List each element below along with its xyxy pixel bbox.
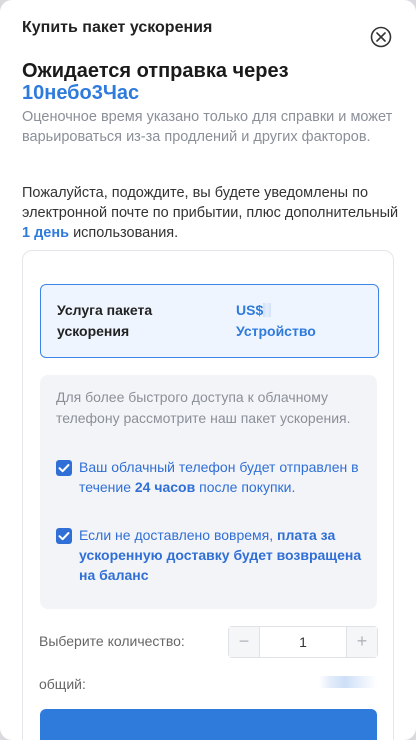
estimate-note: Оценочное время указано только для справ…: [22, 109, 393, 145]
service-price: US$ Устройство: [236, 300, 316, 342]
total-value-redacted: [319, 676, 377, 688]
modal-title: Купить пакет ускорения: [22, 19, 213, 36]
info-box: Для более быстрого доступа к облачному т…: [40, 375, 377, 609]
info-text: Для более быстрого доступа к облачному т…: [56, 389, 351, 426]
checkbox-checked-icon[interactable]: [56, 528, 72, 544]
refund-guarantee-text: Если не доставлено вовремя, плата за уск…: [79, 525, 364, 585]
wait-text-after: использования.: [69, 225, 179, 241]
eta-text: Ожидается отправка через: [22, 60, 289, 82]
close-icon[interactable]: [370, 26, 392, 48]
increment-button[interactable]: +: [346, 627, 377, 657]
delivery-guarantee-text: Ваш облачный телефон будет отправлен в т…: [79, 457, 364, 497]
eta-value: 10небо3Час: [22, 82, 140, 104]
decrement-button[interactable]: −: [229, 627, 260, 657]
quantity-input[interactable]: [260, 627, 346, 657]
price-unit: Устройство: [236, 323, 316, 339]
service-option[interactable]: Услуга пакета ускорения US$ Устройство: [40, 284, 379, 358]
checkbox-checked-icon[interactable]: [56, 460, 72, 476]
package-card: Услуга пакета ускорения US$ Устройство Д…: [22, 250, 394, 740]
price-redacted: [263, 303, 272, 317]
wait-notice: Пожалуйста, подождите, вы будете уведомл…: [22, 183, 402, 243]
eta-headline: Ожидается отправка через 10небо3Час: [22, 60, 392, 104]
wait-text-before: Пожалуйста, подождите, вы будете уведомл…: [22, 185, 399, 221]
price-currency: US$: [236, 302, 264, 318]
check1-after: после покупки.: [195, 479, 296, 495]
quantity-label: Выберите количество:: [39, 633, 185, 649]
bonus-days: 1 день: [22, 225, 70, 241]
total-label: общий:: [39, 676, 86, 692]
buy-button[interactable]: [40, 709, 377, 740]
check2-before: Если не доставлено вовремя,: [79, 527, 278, 543]
service-label: Услуга пакета ускорения: [57, 302, 153, 339]
check1-bold: 24 часов: [134, 479, 196, 495]
purchase-modal: Купить пакет ускорения Ожидается отправк…: [0, 0, 416, 740]
quantity-stepper: − +: [228, 626, 378, 658]
